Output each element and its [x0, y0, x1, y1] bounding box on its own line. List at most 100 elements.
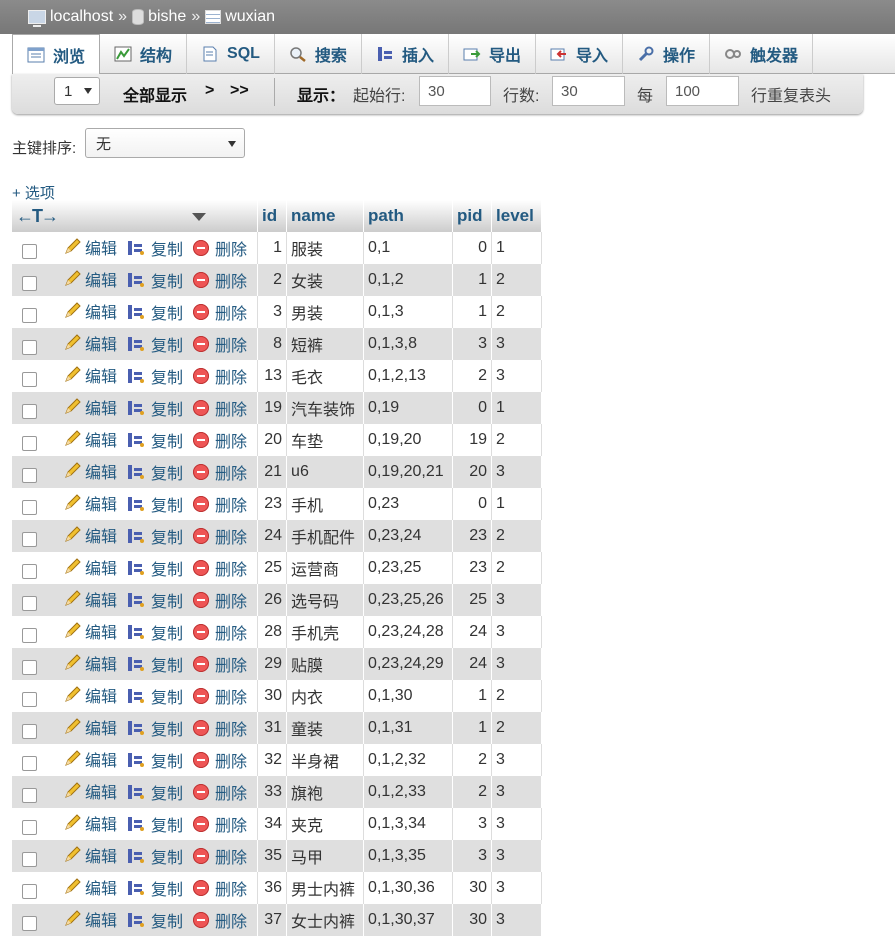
row-checkbox[interactable] [22, 692, 37, 708]
delete-button[interactable]: 删除 [193, 236, 247, 260]
cell-path[interactable]: 0,1,2,13 [363, 360, 454, 392]
cell-level[interactable]: 1 [491, 488, 543, 520]
cell-id[interactable]: 33 [257, 776, 288, 808]
delete-button[interactable]: 删除 [193, 876, 247, 900]
cell-id[interactable]: 35 [257, 840, 288, 872]
cell-level[interactable]: 2 [491, 712, 543, 744]
cell-level[interactable]: 3 [491, 808, 543, 840]
copy-button[interactable]: 复制 [127, 876, 183, 900]
cell-pid[interactable]: 3 [452, 808, 493, 840]
row-checkbox[interactable] [22, 308, 37, 324]
copy-button[interactable]: 复制 [127, 428, 183, 452]
server-name[interactable]: localhost [50, 8, 113, 26]
tab-sql[interactable]: SQL [187, 34, 275, 74]
copy-button[interactable]: 复制 [127, 908, 183, 932]
copy-button[interactable]: 复制 [127, 620, 183, 644]
cell-name[interactable]: 童装 [286, 712, 365, 744]
cell-pid[interactable]: 3 [452, 328, 493, 360]
page-select[interactable]: 1 [54, 77, 100, 105]
copy-button[interactable]: 复制 [127, 492, 183, 516]
cell-path[interactable]: 0,23,24 [363, 520, 454, 552]
edit-button[interactable]: 编辑 [63, 843, 117, 867]
tab-insert[interactable]: 插入 [362, 34, 449, 74]
cell-name[interactable]: 毛衣 [286, 360, 365, 392]
delete-button[interactable]: 删除 [193, 396, 247, 420]
edit-button[interactable]: 编辑 [63, 715, 117, 739]
cell-path[interactable]: 0,1,30,36 [363, 872, 454, 904]
copy-button[interactable]: 复制 [127, 556, 183, 580]
table-name[interactable]: wuxian [225, 8, 275, 26]
cell-pid[interactable]: 1 [452, 712, 493, 744]
cell-id[interactable]: 13 [257, 360, 288, 392]
cell-name[interactable]: 选号码 [286, 584, 365, 616]
delete-button[interactable]: 删除 [193, 684, 247, 708]
cell-path[interactable]: 0,19 [363, 392, 454, 424]
cell-name[interactable]: 女士内裤 [286, 904, 365, 936]
cell-pid[interactable]: 0 [452, 488, 493, 520]
cell-path[interactable]: 0,23,25,26 [363, 584, 454, 616]
cell-name[interactable]: 手机 [286, 488, 365, 520]
repeat-header-input[interactable]: 100 [666, 76, 739, 106]
delete-button[interactable]: 删除 [193, 332, 247, 356]
row-checkbox[interactable] [22, 244, 37, 260]
cell-pid[interactable]: 2 [452, 776, 493, 808]
cell-path[interactable]: 0,1,30 [363, 680, 454, 712]
row-checkbox[interactable] [22, 372, 37, 388]
cell-pid[interactable]: 30 [452, 904, 493, 936]
cell-pid[interactable]: 23 [452, 520, 493, 552]
cell-level[interactable]: 3 [491, 904, 543, 936]
delete-button[interactable]: 删除 [193, 364, 247, 388]
sort-select[interactable]: 无 [85, 128, 245, 158]
column-header-level[interactable]: level [491, 200, 543, 232]
cell-level[interactable]: 3 [491, 648, 543, 680]
cell-level[interactable]: 2 [491, 424, 543, 456]
delete-button[interactable]: 删除 [193, 844, 247, 868]
edit-button[interactable]: 编辑 [63, 523, 117, 547]
edit-button[interactable]: 编辑 [63, 395, 117, 419]
cell-pid[interactable]: 25 [452, 584, 493, 616]
edit-button[interactable]: 编辑 [63, 555, 117, 579]
cell-level[interactable]: 3 [491, 584, 543, 616]
delete-button[interactable]: 删除 [193, 492, 247, 516]
cell-level[interactable]: 1 [491, 392, 543, 424]
row-checkbox[interactable] [22, 468, 37, 484]
tab-import[interactable]: 导入 [536, 34, 623, 74]
column-header-path[interactable]: path [363, 200, 454, 232]
breadcrumb-server[interactable]: localhost [28, 8, 113, 27]
delete-button[interactable]: 删除 [193, 748, 247, 772]
last-page-button[interactable]: >> [230, 82, 249, 100]
cell-name[interactable]: u6 [286, 456, 365, 488]
column-header-id[interactable]: id [257, 200, 288, 232]
cell-name[interactable]: 女装 [286, 264, 365, 296]
cell-path[interactable]: 0,23 [363, 488, 454, 520]
copy-button[interactable]: 复制 [127, 300, 183, 324]
row-checkbox[interactable] [22, 852, 37, 868]
delete-button[interactable]: 删除 [193, 652, 247, 676]
column-header-pid[interactable]: pid [452, 200, 493, 232]
cell-pid[interactable]: 1 [452, 680, 493, 712]
cell-path[interactable]: 0,23,24,29 [363, 648, 454, 680]
cell-level[interactable]: 3 [491, 744, 543, 776]
copy-button[interactable]: 复制 [127, 364, 183, 388]
cell-pid[interactable]: 2 [452, 360, 493, 392]
cell-path[interactable]: 0,1,31 [363, 712, 454, 744]
row-checkbox[interactable] [22, 564, 37, 580]
cell-pid[interactable]: 0 [452, 392, 493, 424]
row-checkbox[interactable] [22, 404, 37, 420]
cell-level[interactable]: 3 [491, 616, 543, 648]
row-checkbox[interactable] [22, 276, 37, 292]
cell-level[interactable]: 3 [491, 840, 543, 872]
edit-button[interactable]: 编辑 [63, 427, 117, 451]
cell-path[interactable]: 0,1,3 [363, 296, 454, 328]
cell-name[interactable]: 手机配件 [286, 520, 365, 552]
delete-button[interactable]: 删除 [193, 588, 247, 612]
edit-button[interactable]: 编辑 [63, 747, 117, 771]
row-checkbox[interactable] [22, 436, 37, 452]
delete-button[interactable]: 删除 [193, 460, 247, 484]
cell-path[interactable]: 0,1,3,35 [363, 840, 454, 872]
cell-level[interactable]: 2 [491, 264, 543, 296]
copy-button[interactable]: 复制 [127, 844, 183, 868]
cell-pid[interactable]: 24 [452, 648, 493, 680]
edit-button[interactable]: 编辑 [63, 299, 117, 323]
cell-level[interactable]: 2 [491, 552, 543, 584]
